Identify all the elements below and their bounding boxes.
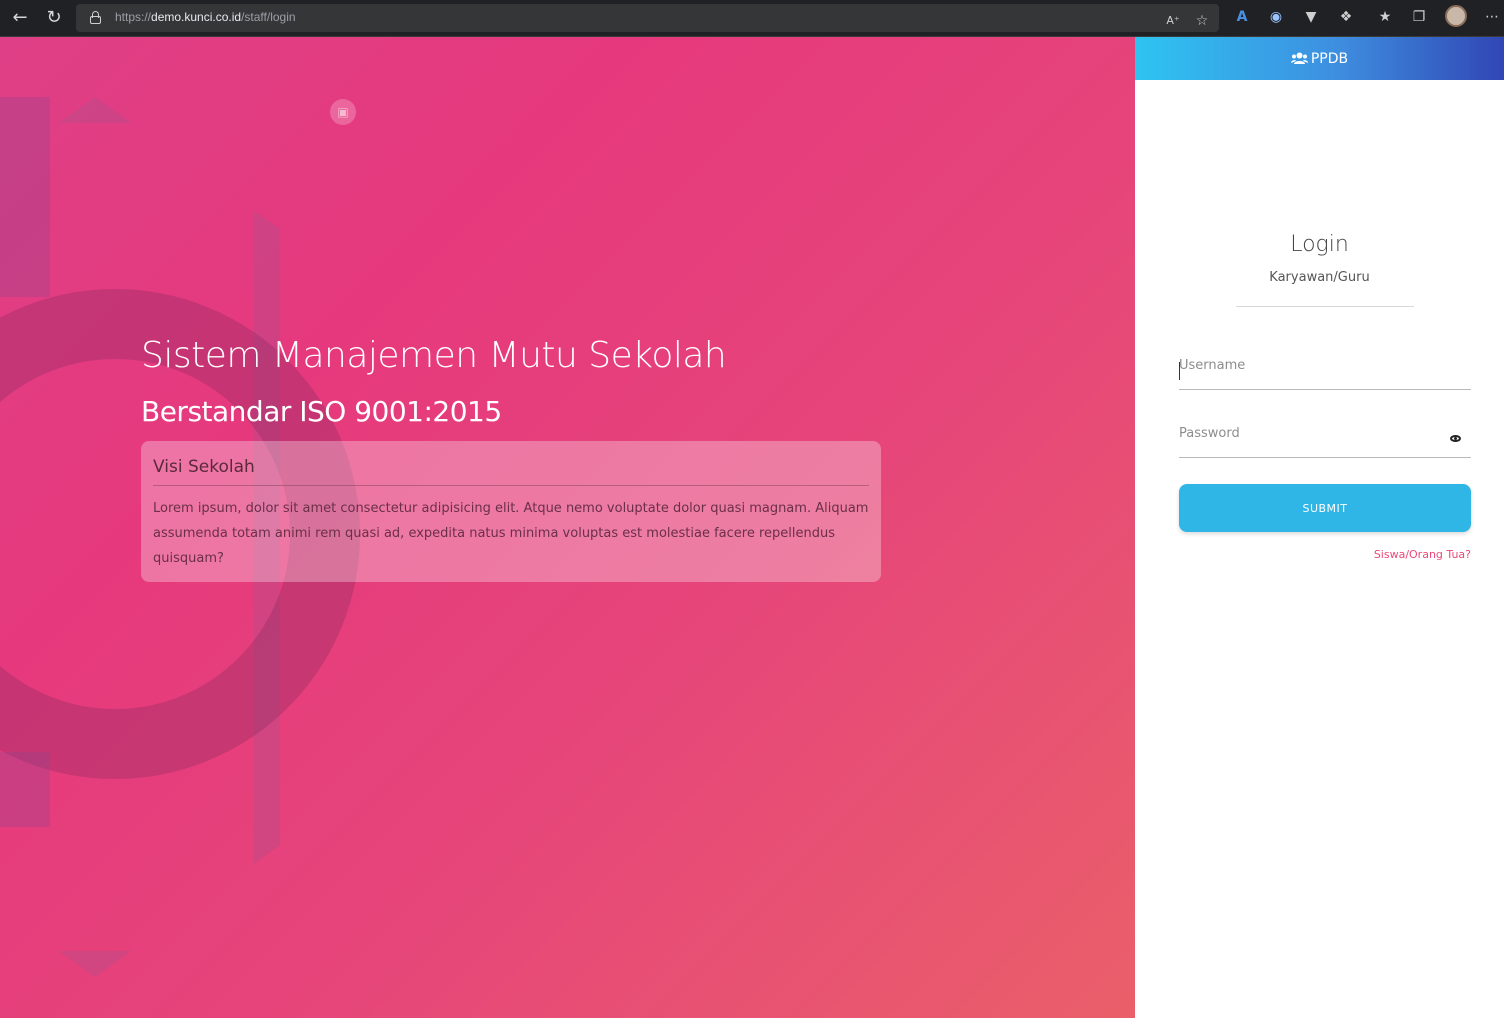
submit-button[interactable]: SUBMIT	[1179, 484, 1471, 532]
collections-icon[interactable]: ❐	[1408, 6, 1430, 28]
vue-devtools-icon[interactable]: ▼	[1300, 6, 1322, 28]
read-aloud-icon[interactable]: A⁺	[1162, 10, 1184, 32]
back-icon[interactable]: ←	[8, 6, 32, 30]
login-panel: PPDB Login Karyawan/Guru SUBMIT Siswa/Or…	[1135, 37, 1504, 1018]
username-field-wrapper	[1179, 350, 1471, 390]
username-input[interactable]	[1179, 350, 1471, 373]
decorative-bar	[0, 97, 50, 297]
address-bar[interactable]: https://demo.kunci.co.id/staff/login A⁺ …	[76, 4, 1219, 32]
hero-section: ▣ Sistem Manajemen Mutu Sekolah Berstand…	[0, 37, 1135, 1018]
browser-toolbar: ← ↻ https://demo.kunci.co.id/staff/login…	[0, 0, 1504, 37]
vision-card: Visi Sekolah Lorem ipsum, dolor sit amet…	[141, 441, 881, 582]
ppdb-label: PPDB	[1310, 51, 1349, 67]
hero-subtitle: Berstandar ISO 9001:2015	[141, 395, 502, 428]
avatar[interactable]	[1445, 5, 1467, 27]
add-favorite-icon[interactable]: ☆	[1191, 10, 1213, 32]
translate-icon[interactable]: A	[1231, 6, 1253, 28]
extension-icon[interactable]: ◉	[1265, 6, 1287, 28]
favorites-icon[interactable]: ★	[1374, 6, 1396, 28]
reload-icon[interactable]: ↻	[42, 6, 66, 30]
vision-text: Lorem ipsum, dolor sit amet consectetur …	[153, 501, 869, 566]
text-caret	[1179, 362, 1180, 380]
lock-icon	[90, 11, 101, 24]
url-text: https://demo.kunci.co.id/staff/login	[115, 10, 296, 24]
puzzle-icon[interactable]: ❖	[1335, 6, 1357, 28]
users-icon	[1290, 38, 1308, 81]
login-subtitle: Karyawan/Guru	[1269, 270, 1370, 285]
eye-icon[interactable]	[1450, 435, 1461, 442]
divider	[1236, 306, 1414, 307]
more-icon[interactable]: ⋯	[1481, 6, 1503, 28]
ppdb-button[interactable]: PPDB	[1135, 37, 1504, 80]
student-parent-login-link[interactable]: Siswa/Orang Tua?	[1374, 548, 1471, 561]
screenshot-focus-icon: ▣	[330, 99, 356, 125]
password-input[interactable]	[1179, 418, 1471, 441]
login-title: Login	[1290, 232, 1349, 257]
vision-title: Visi Sekolah	[153, 457, 869, 486]
hero-title: Sistem Manajemen Mutu Sekolah	[141, 335, 727, 376]
decorative-bar	[0, 752, 50, 827]
password-field-wrapper	[1179, 418, 1471, 458]
